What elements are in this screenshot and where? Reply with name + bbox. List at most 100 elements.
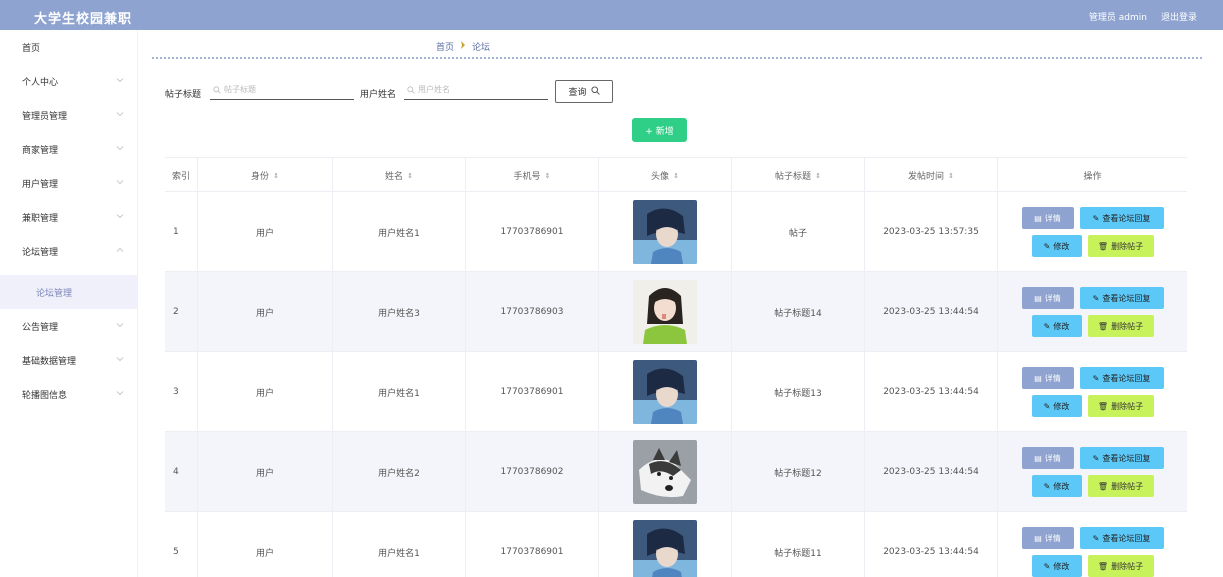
pencil-icon: ✎ — [1092, 293, 1100, 303]
column-header-time[interactable]: 发帖时间 ⇕ — [865, 158, 998, 193]
pencil-icon: ✎ — [1092, 213, 1100, 223]
search-icon — [213, 85, 221, 94]
pencil-icon: ✎ — [1092, 453, 1100, 463]
trash-icon: 🗑 — [1097, 561, 1109, 571]
breadcrumb-home[interactable]: 首页 — [436, 40, 454, 53]
title-search-input[interactable] — [224, 85, 334, 94]
column-header-avatar[interactable]: 头像 ⇕ — [599, 158, 732, 193]
view-replies-button[interactable]: ✎ 查看论坛回复 — [1079, 447, 1164, 469]
view-replies-button[interactable]: ✎ 查看论坛回复 — [1079, 287, 1164, 309]
cell-name: 用户姓名3 — [333, 272, 466, 352]
column-header-name[interactable]: 姓名 ⇕ — [333, 158, 466, 193]
table-row: 3 用户 用户姓名1 17703786901 帖子标题13 2023-03-25… — [165, 352, 1187, 432]
document-icon: ▤ — [1034, 373, 1042, 383]
sidebar-item-label: 用户管理 — [22, 179, 59, 190]
logout-link[interactable]: 退出登录 — [1161, 10, 1197, 23]
sidebar-item-admins[interactable]: 管理员管理 — [0, 98, 138, 132]
view-replies-button[interactable]: ✎ 查看论坛回复 — [1079, 527, 1164, 549]
detail-button[interactable]: ▤ 详情 — [1021, 367, 1074, 389]
delete-post-button[interactable]: 🗑 删除帖子 — [1087, 395, 1154, 417]
document-icon: ▤ — [1034, 453, 1042, 463]
delete-post-button[interactable]: 🗑 删除帖子 — [1087, 555, 1154, 577]
edit-button[interactable]: ✎ 修改 — [1031, 315, 1082, 337]
user-search-label: 用户姓名 — [360, 90, 397, 100]
sidebar-item-jobs[interactable]: 兼职管理 — [0, 200, 138, 234]
cell-name: 用户姓名1 — [333, 192, 466, 272]
sidebar-item-notices[interactable]: 公告管理 — [0, 309, 138, 343]
sidebar-item-label: 轮播图信息 — [22, 390, 68, 401]
cell-avatar — [599, 432, 732, 512]
detail-button[interactable]: ▤ 详情 — [1021, 527, 1074, 549]
sidebar-item-home[interactable]: 首页 — [0, 30, 138, 64]
table-row: 5 用户 用户姓名1 17703786901 帖子标题11 2023-03-25… — [165, 512, 1187, 577]
cell-index: 4 — [165, 432, 198, 512]
delete-post-button[interactable]: 🗑 删除帖子 — [1087, 475, 1154, 497]
sidebar-item-label: 个人中心 — [22, 77, 59, 88]
column-header-phone[interactable]: 手机号 ⇕ — [466, 158, 599, 193]
edit-button[interactable]: ✎ 修改 — [1031, 235, 1082, 257]
table-row: 4 用户 用户姓名2 17703786902 帖子标题12 2023-03-25… — [165, 432, 1187, 512]
cell-avatar — [599, 272, 732, 352]
avatar[interactable] — [633, 440, 697, 504]
column-header-role[interactable]: 身份 ⇕ — [198, 158, 333, 193]
cell-actions: ▤ 详情 ✎ 查看论坛回复 ✎ 修改 🗑 删除帖子 — [998, 192, 1187, 272]
detail-button[interactable]: ▤ 详情 — [1021, 287, 1074, 309]
breadcrumb-divider — [152, 57, 1202, 59]
edit-button[interactable]: ✎ 修改 — [1031, 395, 1082, 417]
sidebar-item-profile[interactable]: 个人中心 — [0, 64, 138, 98]
cell-actions: ▤ 详情 ✎ 查看论坛回复 ✎ 修改 🗑 删除帖子 — [998, 432, 1187, 512]
sidebar-item-label: 管理员管理 — [22, 111, 68, 122]
chevron-down-icon — [116, 355, 124, 363]
cell-time: 2023-03-25 13:44:54 — [865, 272, 998, 352]
pencil-icon: ✎ — [1043, 241, 1051, 251]
chevron-up-icon — [116, 246, 124, 254]
sidebar-item-carousel[interactable]: 轮播图信息 — [0, 377, 138, 411]
edit-button[interactable]: ✎ 修改 — [1031, 475, 1082, 497]
query-button[interactable]: 查询 — [555, 80, 613, 103]
table-row: 1 用户 用户姓名1 17703786901 帖子 2023-03-25 13:… — [165, 192, 1187, 272]
detail-button[interactable]: ▤ 详情 — [1021, 447, 1074, 469]
sidebar-item-basic-data[interactable]: 基础数据管理 — [0, 343, 138, 377]
app-title: 大学生校园兼职 — [34, 12, 133, 27]
cell-title: 帖子标题14 — [732, 272, 865, 352]
cell-role: 用户 — [198, 192, 333, 272]
cell-actions: ▤ 详情 ✎ 查看论坛回复 ✎ 修改 🗑 删除帖子 — [998, 512, 1187, 577]
title-search-field — [210, 80, 354, 100]
column-header-title[interactable]: 帖子标题 ⇕ — [732, 158, 865, 193]
edit-button[interactable]: ✎ 修改 — [1031, 555, 1082, 577]
avatar[interactable] — [633, 360, 697, 424]
add-button[interactable]: + 新增 — [632, 118, 687, 142]
trash-icon: 🗑 — [1097, 241, 1109, 251]
cell-time: 2023-03-25 13:44:54 — [865, 432, 998, 512]
cell-name: 用户姓名1 — [333, 512, 466, 577]
cell-title: 帖子标题11 — [732, 512, 865, 577]
document-icon: ▤ — [1034, 293, 1042, 303]
sidebar-item-forum[interactable]: 论坛管理 — [0, 234, 138, 268]
cell-avatar — [599, 512, 732, 577]
view-replies-button[interactable]: ✎ 查看论坛回复 — [1079, 207, 1164, 229]
view-replies-button[interactable]: ✎ 查看论坛回复 — [1079, 367, 1164, 389]
sidebar-item-merchants[interactable]: 商家管理 — [0, 132, 138, 166]
breadcrumb: 首页 论坛 — [436, 40, 490, 53]
detail-button[interactable]: ▤ 详情 — [1021, 207, 1074, 229]
trash-icon: 🗑 — [1097, 481, 1109, 491]
search-icon — [407, 85, 415, 94]
sidebar-subitem-forum[interactable]: 论坛管理 — [0, 275, 138, 309]
avatar[interactable] — [633, 520, 697, 577]
cell-phone: 17703786901 — [466, 512, 599, 577]
user-search-input[interactable] — [418, 85, 528, 94]
delete-post-button[interactable]: 🗑 删除帖子 — [1087, 315, 1154, 337]
delete-post-button[interactable]: 🗑 删除帖子 — [1087, 235, 1154, 257]
cell-time: 2023-03-25 13:57:35 — [865, 192, 998, 272]
avatar[interactable] — [633, 200, 697, 264]
chevron-down-icon — [116, 144, 124, 152]
pencil-icon: ✎ — [1092, 533, 1100, 543]
sidebar-item-users[interactable]: 用户管理 — [0, 166, 138, 200]
sidebar-item-label: 兼职管理 — [22, 213, 59, 224]
chevron-down-icon — [116, 212, 124, 220]
sort-icon: ⇕ — [815, 171, 821, 180]
sort-icon: ⇕ — [273, 171, 279, 180]
sidebar-item-label: 基础数据管理 — [22, 356, 77, 367]
avatar[interactable] — [633, 280, 697, 344]
query-button-label: 查询 — [568, 88, 587, 98]
